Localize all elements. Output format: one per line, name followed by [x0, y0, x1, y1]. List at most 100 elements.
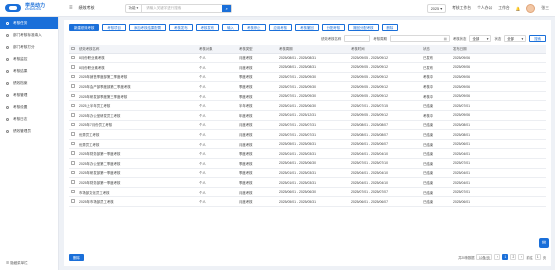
table-row[interactable]: 8月份职业素考核 个人 月度考核 2025/08/01 - 2025/08/31 202…: [69, 53, 546, 64]
table-cell: 月度考核: [237, 62, 277, 73]
page-1[interactable]: 1: [502, 254, 509, 260]
table-row[interactable]: 2025年办公室第二季度考核 个人 季度考核 2025/04/01 - 2025/06…: [69, 158, 546, 169]
table-cell: 月度考核: [237, 196, 277, 207]
sidebar-item-admin[interactable]: 绩效管理员: [0, 125, 58, 137]
publish-button[interactable]: 考核发布: [169, 24, 193, 31]
circle-icon: [6, 81, 9, 85]
table-cell: 2025/01/01 - 2025/12/31: [277, 110, 349, 121]
row-checkbox[interactable]: [71, 161, 75, 165]
row-checkbox[interactable]: [71, 132, 75, 136]
name-filter-input[interactable]: [344, 35, 371, 42]
row-checkbox[interactable]: [71, 199, 75, 203]
status-select[interactable]: 全部 ▾: [469, 35, 492, 42]
table-cell: 个人: [197, 177, 237, 188]
row-checkbox[interactable]: [71, 103, 75, 108]
table-row[interactable]: 2025年财务部第一季度考核 个人 季度考核 2025/01/01 - 2025/03…: [69, 148, 546, 160]
sidebar-item-settings[interactable]: 考核设置: [0, 101, 58, 113]
stop-button[interactable]: 考核停止: [241, 24, 266, 31]
table-cell: 2025/07/01 - 2025/07/31: [277, 120, 349, 131]
select-all-checkbox[interactable]: [71, 46, 75, 50]
row-checkbox[interactable]: [71, 55, 75, 60]
table-cell: 月度考核: [237, 120, 277, 131]
top-link-work[interactable]: 工作台: [498, 6, 509, 11]
search-scope-select[interactable]: 功能 ▾: [126, 4, 143, 12]
table-cell: 8月份职业素考核: [77, 62, 197, 73]
sidebar-item-log[interactable]: 考核日志: [0, 113, 58, 125]
row-checkbox[interactable]: [71, 180, 75, 184]
result-config-button[interactable]: 添加考核结果配置: [128, 24, 167, 31]
table-row[interactable]: 2025年市场部员工考核 个人 月度考核 2025/05/01 - 2025/05/3…: [69, 196, 546, 207]
goto-input[interactable]: 1: [534, 254, 541, 260]
year-select[interactable]: 2025 ▾: [426, 3, 447, 13]
table-cell: 2025/09/05 - 2025/09/12: [349, 72, 421, 83]
publish-button-2[interactable]: 考核发布: [195, 24, 220, 31]
brand-logo[interactable]: 学员动力 EXPERIENCE: [0, 4, 66, 12]
table-row[interactable]: 2025年财务部第一季度考核 个人 季度考核 2025/01/01 - 2025/03…: [69, 177, 546, 188]
search-icon[interactable]: ⌕: [222, 4, 232, 12]
sidebar-item-archive[interactable]: 绩效档案: [0, 77, 58, 89]
page-2[interactable]: 2: [510, 254, 517, 260]
row-checkbox[interactable]: [71, 151, 75, 155]
table-row[interactable]: 优秀员工考核 个人 月度考核 2025/05/01 - 2025/05/31 2025/…: [69, 139, 546, 150]
search-button[interactable]: 搜索: [529, 35, 546, 42]
sidebar-item-dept-standard[interactable]: 部门考核标准填入: [0, 29, 58, 41]
table-cell: 已结束: [421, 177, 451, 188]
row-checkbox[interactable]: [71, 170, 75, 175]
assign-button[interactable]: 分配考核: [321, 24, 346, 31]
avatar[interactable]: [526, 3, 536, 13]
sidebar-item-dept-score[interactable]: 部门考核打分: [0, 41, 58, 53]
prev-page-icon[interactable]: ‹: [494, 254, 501, 260]
chat-icon[interactable]: ✉: [539, 238, 549, 248]
table-row[interactable]: 2025年7月份员工考核 个人 月度考核 2025/07/01 - 2025/07/3…: [69, 120, 546, 131]
category-select[interactable]: 全部 ▾: [504, 35, 527, 42]
table-cell: 2025/06/01 - 2025/06/30: [277, 187, 349, 198]
sidebar-item-monitor[interactable]: 考核监控: [0, 53, 58, 65]
table-row[interactable]: 2025上半年员工考核 个人 半年考核 2025/01/01 - 2025/06/30…: [69, 100, 546, 112]
row-checkbox[interactable]: [71, 122, 75, 127]
sidebar-item-results[interactable]: 考核结果: [0, 65, 58, 77]
withdraw-button[interactable]: 考核撤回: [295, 24, 319, 31]
sidebar-item-tasks[interactable]: 考核任务: [0, 17, 58, 29]
input-button[interactable]: 输入: [222, 24, 239, 31]
search-input[interactable]: 请输入关键字进行搜索: [142, 6, 222, 11]
table-cell: 2025/04/01: [451, 177, 546, 188]
row-checkbox[interactable]: [71, 65, 75, 69]
top-link-personal[interactable]: 个人办公: [477, 6, 492, 11]
table-cell: 已结束: [421, 100, 451, 112]
table-cell: 年度考核: [237, 110, 277, 121]
table-row[interactable]: 2025年研发部第一季度考核 个人 季度考核 2025/01/01 - 2025/03…: [69, 168, 546, 179]
bell-icon[interactable]: 🔔: [516, 6, 521, 11]
row-checkbox[interactable]: [71, 113, 75, 117]
review-items-button[interactable]: 考核项目: [102, 24, 126, 31]
table-row[interactable]: 2025年销售季度部第二季度考核 个人 季度考核 2025/07/01 - 2025/…: [69, 72, 546, 83]
table-row[interactable]: 2025年会产部季度部第二季度考核 个人 季度考核 2025/07/01 - 2025…: [69, 81, 546, 92]
table-cell: 个人: [197, 53, 237, 64]
table-row[interactable]: 市场部文化员工考核 个人 月度考核 2025/06/01 - 2025/06/30 20…: [69, 187, 546, 198]
table-cell: 个人: [197, 72, 237, 83]
page-size-select[interactable]: 10条/页: [476, 254, 493, 260]
top-link-workbench[interactable]: 考核工作台: [452, 6, 471, 11]
table-cell: 2025年办公室研发员工考核: [77, 110, 197, 121]
table-row[interactable]: 优秀员工考核 个人 月度考核 2025/07/01 - 2025/07/31 2025/…: [69, 129, 546, 140]
delete-toolbar-button[interactable]: 删除: [381, 24, 399, 31]
table-cell: 2025年市场部员工考核: [77, 196, 197, 207]
date-range-input[interactable]: ▦: [389, 35, 450, 42]
user-name[interactable]: 张三: [541, 6, 549, 11]
delete-button[interactable]: 删除: [69, 253, 84, 261]
table-cell: 2025/04/01 - 2025/04/10: [349, 148, 421, 160]
create-review-button[interactable]: 新建绩效考核: [69, 24, 100, 31]
table-row[interactable]: 2025年研发部季度第三季度考核 个人 季度考核 2025/07/01 - 2025/…: [69, 91, 546, 102]
unassign-button[interactable]: 撤回分配考核: [348, 24, 379, 31]
table-row[interactable]: 2025年办公室研发员工考核 个人 年度考核 2025/01/01 - 2025/12…: [69, 110, 546, 121]
row-checkbox[interactable]: [71, 84, 75, 88]
table-row[interactable]: 8月份职业素考核 个人 月度考核 2025/08/01 - 2025/08/31 202…: [69, 62, 546, 73]
row-checkbox[interactable]: [71, 189, 75, 194]
row-checkbox[interactable]: [71, 74, 75, 79]
row-checkbox[interactable]: [71, 141, 75, 146]
apply-button[interactable]: 应用考核: [268, 24, 293, 31]
collapse-menu-button[interactable]: ☰ 隐藏菜单栏: [6, 261, 28, 266]
row-checkbox[interactable]: [71, 93, 75, 98]
next-page-icon[interactable]: ›: [518, 254, 525, 260]
hamburger-icon[interactable]: ≡: [69, 5, 73, 11]
sidebar-item-manage[interactable]: 考核管理: [0, 89, 58, 101]
